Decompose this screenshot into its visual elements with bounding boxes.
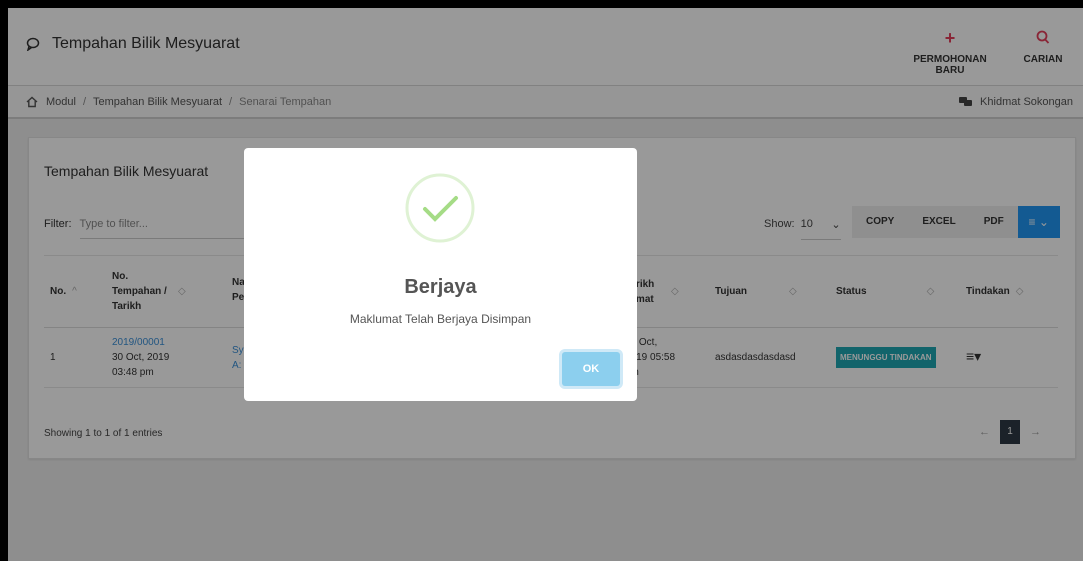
dialog-title: Berjaya — [404, 276, 477, 298]
ok-button[interactable]: OK — [562, 352, 620, 386]
app-window: Tempahan Bilik Mesyuarat + PERMOHONAN BA… — [8, 8, 1083, 561]
success-dialog: Berjaya Maklumat Telah Berjaya Disimpan … — [244, 148, 637, 401]
success-check-icon — [405, 173, 475, 243]
dialog-message: Maklumat Telah Berjaya Disimpan — [349, 312, 532, 326]
